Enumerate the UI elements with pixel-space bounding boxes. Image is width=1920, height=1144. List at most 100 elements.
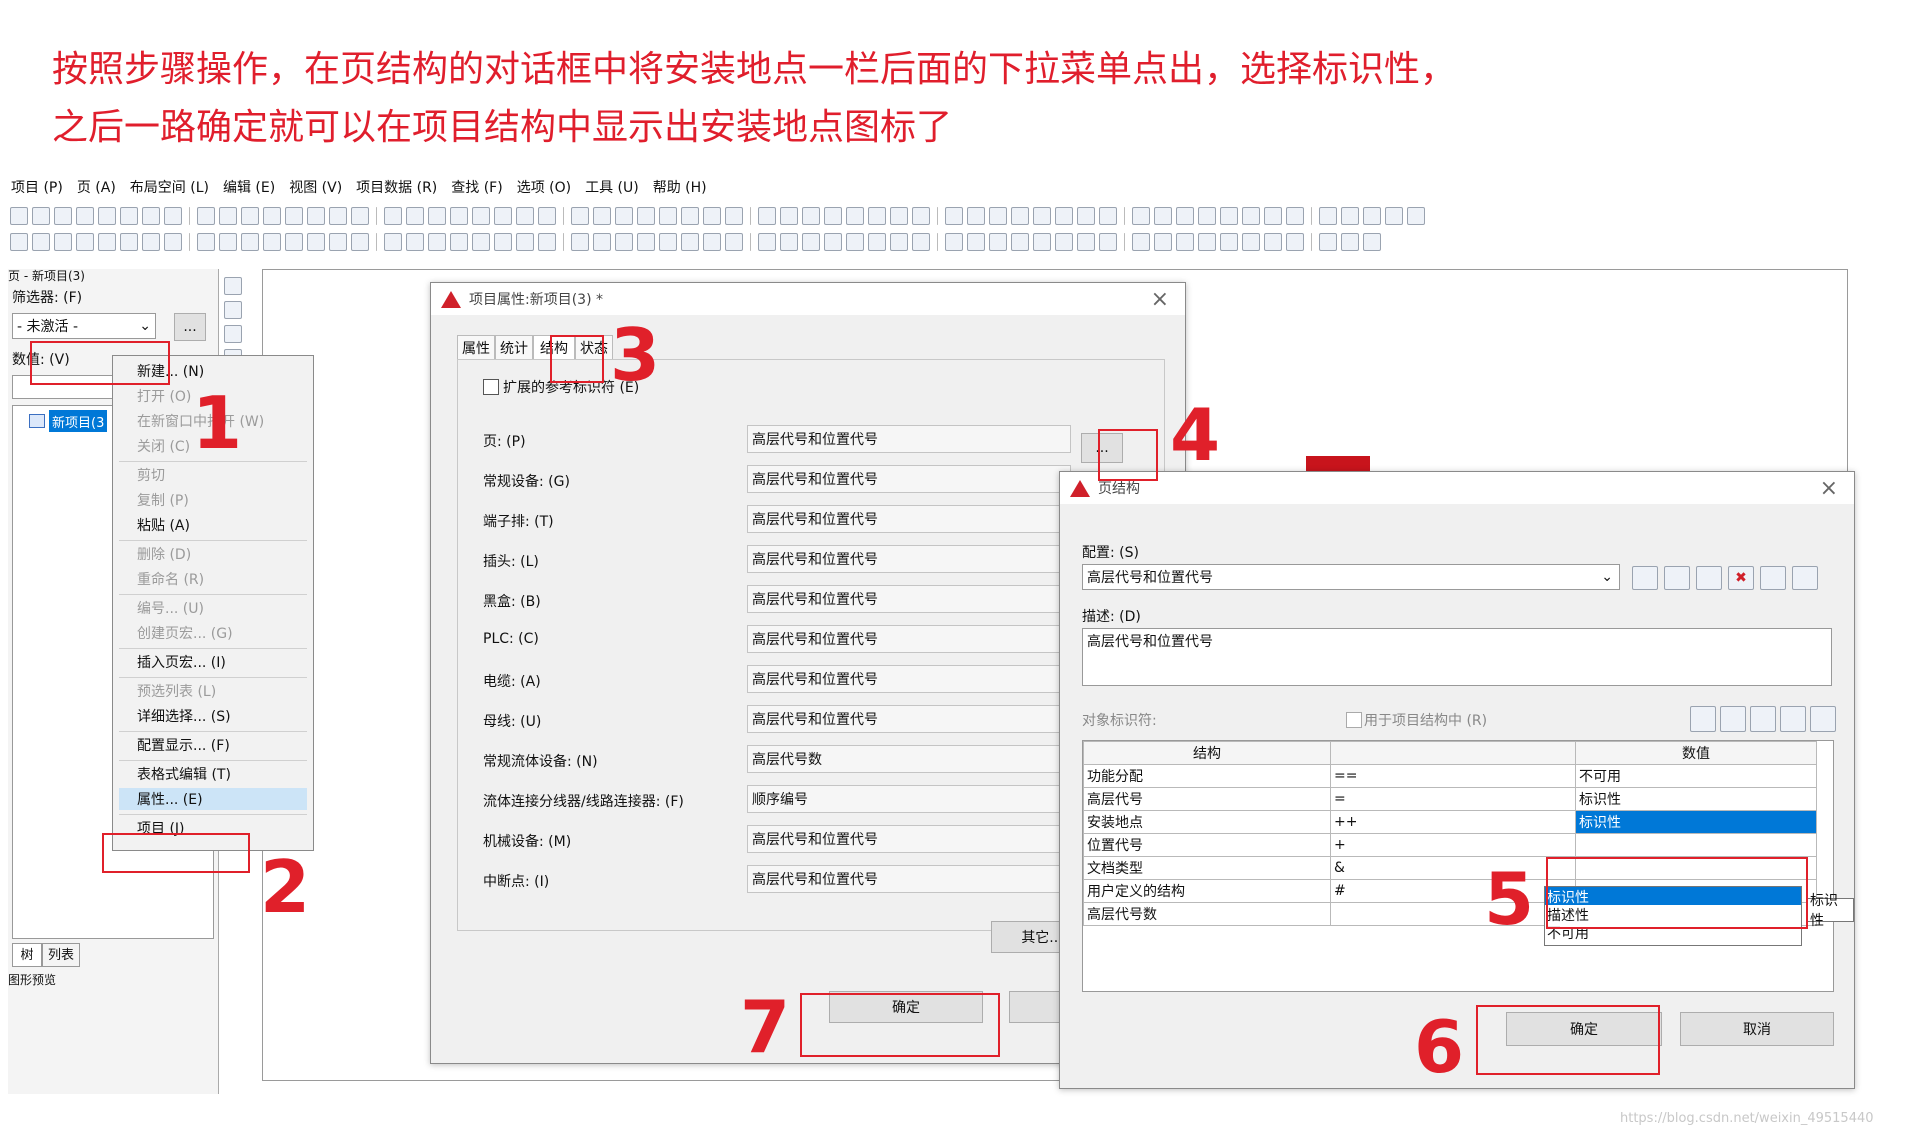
- toolbar1-tool-icon[interactable]: [1077, 207, 1095, 225]
- toolbar1-tool-icon[interactable]: [164, 207, 182, 225]
- structure-row-select[interactable]: 高层代号和位置代号: [747, 585, 1071, 613]
- table-cell-value[interactable]: [1575, 833, 1817, 857]
- toolbar1-tool-icon[interactable]: [989, 207, 1007, 225]
- toolbar2-tool-icon[interactable]: [571, 233, 589, 251]
- toolbar2-tool-icon[interactable]: [1099, 233, 1117, 251]
- toolbar1-tool-icon[interactable]: [406, 207, 424, 225]
- table-row[interactable]: 高层代号 = 标识性: [1083, 787, 1817, 811]
- move-down-icon[interactable]: [1750, 706, 1776, 732]
- move-top-icon[interactable]: [1690, 706, 1716, 732]
- toolbar1-tool-icon[interactable]: [659, 207, 677, 225]
- toolbar1-tool-icon[interactable]: [780, 207, 798, 225]
- menu-page[interactable]: 页 (A): [74, 177, 119, 199]
- toolbar2-tool-icon[interactable]: [1077, 233, 1095, 251]
- toolbar2-tool-icon[interactable]: [494, 233, 512, 251]
- toolbar1-tool-icon[interactable]: [98, 207, 116, 225]
- toolbar2-tool-icon[interactable]: [1176, 233, 1194, 251]
- toolbar2-tool-icon[interactable]: [142, 233, 160, 251]
- toolbar1-tool-icon[interactable]: [1341, 207, 1359, 225]
- toolbar1-tool-icon[interactable]: [1220, 207, 1238, 225]
- description-textarea[interactable]: 高层代号和位置代号: [1082, 628, 1832, 686]
- polygon-tool-icon[interactable]: [224, 325, 242, 343]
- filter-select[interactable]: - 未激活 - ⌄: [12, 313, 156, 339]
- toolbar2-tool-icon[interactable]: [1055, 233, 1073, 251]
- menu-options[interactable]: 选项 (O): [514, 177, 574, 199]
- context-menu-item[interactable]: 剪切: [119, 464, 307, 486]
- structure-row-select[interactable]: 高层代号数: [747, 745, 1071, 773]
- toolbar2-tool-icon[interactable]: [219, 233, 237, 251]
- toolbar1-tool-icon[interactable]: [637, 207, 655, 225]
- toolbar1-tool-icon[interactable]: [681, 207, 699, 225]
- structure-row-select[interactable]: 高层代号和位置代号: [747, 505, 1071, 533]
- context-menu-item[interactable]: 复制 (P): [119, 489, 307, 511]
- use-in-project-checkbox[interactable]: [1346, 712, 1362, 728]
- menu-help[interactable]: 帮助 (H): [650, 177, 710, 199]
- toolbar2-tool-icon[interactable]: [989, 233, 1007, 251]
- close-icon[interactable]: ×: [1820, 476, 1838, 501]
- toolbar1-tool-icon[interactable]: [890, 207, 908, 225]
- table-row[interactable]: 安装地点 ++ 标识性: [1083, 810, 1817, 834]
- page-structure-cancel-button[interactable]: 取消: [1680, 1012, 1834, 1046]
- toolbar1-tool-icon[interactable]: [120, 207, 138, 225]
- context-menu-item[interactable]: 编号... (U): [119, 597, 307, 619]
- toolbar1-tool-icon[interactable]: [1132, 207, 1150, 225]
- toolbar2-tool-icon[interactable]: [428, 233, 446, 251]
- toolbar1-tool-icon[interactable]: [868, 207, 886, 225]
- toolbar1-tool-icon[interactable]: [494, 207, 512, 225]
- toolbar1-tool-icon[interactable]: [516, 207, 534, 225]
- toolbar1-tool-icon[interactable]: [472, 207, 490, 225]
- toolbar2-tool-icon[interactable]: [802, 233, 820, 251]
- toolbar1-tool-icon[interactable]: [329, 207, 347, 225]
- toolbar1-tool-icon[interactable]: [824, 207, 842, 225]
- toolbar1-tool-icon[interactable]: [615, 207, 633, 225]
- toolbar1-tool-icon[interactable]: [428, 207, 446, 225]
- toolbar2-tool-icon[interactable]: [120, 233, 138, 251]
- toolbar1-tool-icon[interactable]: [307, 207, 325, 225]
- context-menu-item[interactable]: 详细选择... (S): [119, 705, 307, 727]
- toolbar2-tool-icon[interactable]: [197, 233, 215, 251]
- toolbar2-tool-icon[interactable]: [615, 233, 633, 251]
- toolbar2-tool-icon[interactable]: [967, 233, 985, 251]
- toolbar2-tool-icon[interactable]: [285, 233, 303, 251]
- toolbar1-tool-icon[interactable]: [912, 207, 930, 225]
- context-menu-item[interactable]: 重命名 (R): [119, 568, 307, 590]
- import-config-icon[interactable]: [1760, 566, 1786, 590]
- toolbar2-tool-icon[interactable]: [263, 233, 281, 251]
- toolbar2-tool-icon[interactable]: [307, 233, 325, 251]
- toolbar2-tool-icon[interactable]: [703, 233, 721, 251]
- toolbar1-tool-icon[interactable]: [1286, 207, 1304, 225]
- structure-row-select[interactable]: 高层代号和位置代号: [747, 825, 1071, 853]
- menu-project[interactable]: 项目 (P): [8, 177, 66, 199]
- menu-find[interactable]: 查找 (F): [448, 177, 505, 199]
- toolbar2-tool-icon[interactable]: [1154, 233, 1172, 251]
- extended-reference-checkbox[interactable]: [483, 379, 499, 395]
- table-cell-value[interactable]: 标识性: [1575, 787, 1817, 811]
- context-menu-item[interactable]: 配置显示... (F): [119, 734, 307, 756]
- toolbar2-tool-icon[interactable]: [758, 233, 776, 251]
- tab-statistics[interactable]: 统计: [495, 335, 533, 361]
- toolbar2-tool-icon[interactable]: [1198, 233, 1216, 251]
- new-config-icon[interactable]: [1632, 566, 1658, 590]
- toolbar2-tool-icon[interactable]: [450, 233, 468, 251]
- toolbar2-tool-icon[interactable]: [593, 233, 611, 251]
- tab-properties[interactable]: 属性: [457, 335, 495, 361]
- save-config-icon[interactable]: [1664, 566, 1690, 590]
- toolbar1-tool-icon[interactable]: [197, 207, 215, 225]
- toolbar2-tool-icon[interactable]: [54, 233, 72, 251]
- toolbar1-tool-icon[interactable]: [10, 207, 28, 225]
- toolbar2-tool-icon[interactable]: [98, 233, 116, 251]
- menu-layout-space[interactable]: 布局空间 (L): [127, 177, 212, 199]
- toolbar1-tool-icon[interactable]: [351, 207, 369, 225]
- toolbar2-tool-icon[interactable]: [538, 233, 556, 251]
- toolbar1-tool-icon[interactable]: [758, 207, 776, 225]
- filter-options-button[interactable]: ...: [174, 313, 206, 341]
- toolbar2-tool-icon[interactable]: [10, 233, 28, 251]
- move-up-icon[interactable]: [1720, 706, 1746, 732]
- toolbar2-tool-icon[interactable]: [1341, 233, 1359, 251]
- toolbar2-tool-icon[interactable]: [516, 233, 534, 251]
- structure-row-select[interactable]: 高层代号和位置代号: [747, 545, 1071, 573]
- toolbar1-tool-icon[interactable]: [1385, 207, 1403, 225]
- toolbar1-tool-icon[interactable]: [1033, 207, 1051, 225]
- toolbar1-tool-icon[interactable]: [1154, 207, 1172, 225]
- toolbar1-tool-icon[interactable]: [450, 207, 468, 225]
